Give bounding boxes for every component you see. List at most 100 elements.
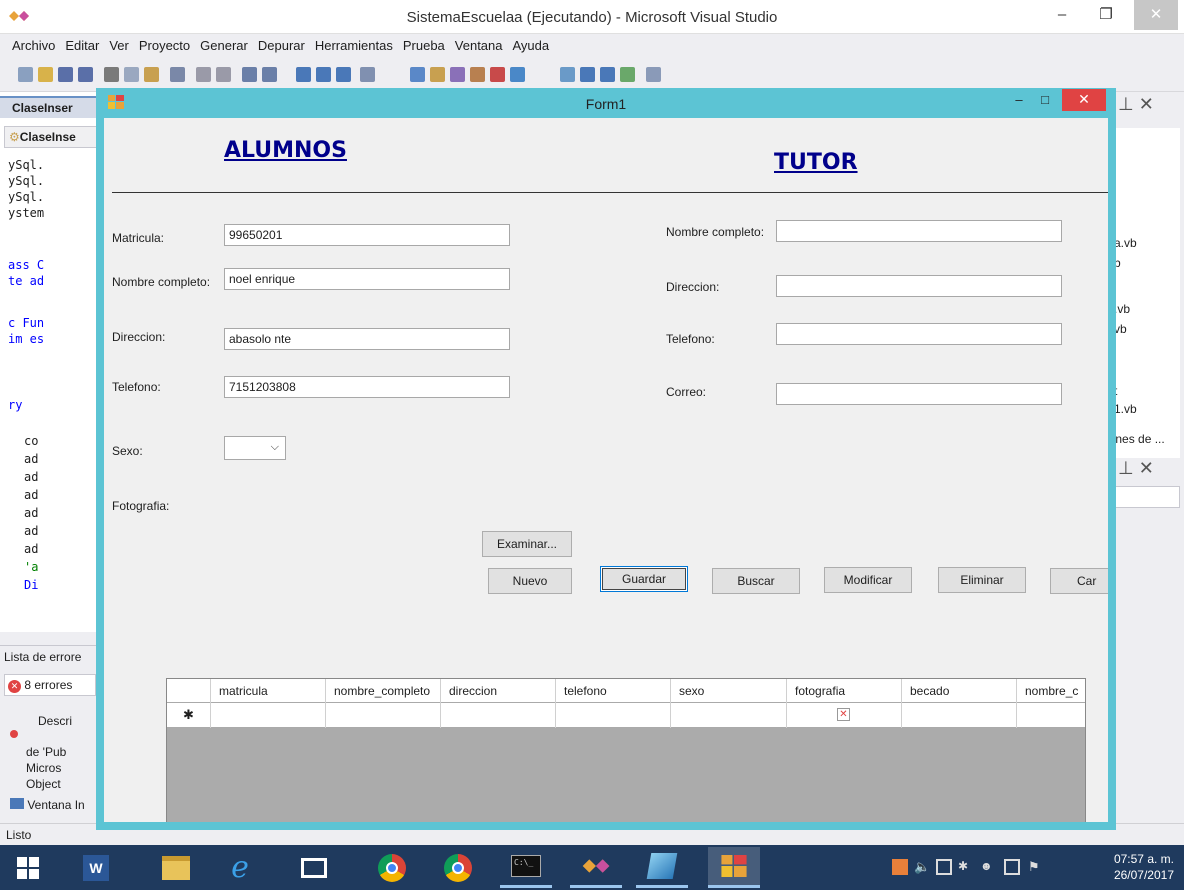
error-count-filter[interactable]: ✕ 8 errores (4, 674, 96, 696)
comment-icon[interactable] (196, 67, 211, 82)
object-browser-icon[interactable] (450, 67, 465, 82)
grid-cell[interactable] (671, 703, 787, 728)
menu-prueba[interactable]: Prueba (398, 34, 450, 58)
layout-icon[interactable] (580, 67, 595, 82)
taskbar-mail[interactable] (288, 847, 340, 888)
alumno-direccion-input[interactable]: abasolo nte (224, 328, 510, 350)
menu-ver[interactable]: Ver (104, 34, 134, 58)
eliminar-button[interactable]: Eliminar (938, 567, 1026, 593)
tray-app-icon[interactable] (892, 859, 908, 875)
editor-class-selector[interactable]: ⚙ClaseInse (4, 126, 100, 148)
taskbar-chrome-2[interactable] (432, 847, 484, 888)
flag-icon[interactable]: ⚑ (1028, 859, 1044, 875)
grid-cell[interactable] (556, 703, 671, 728)
grid-column-telefono[interactable]: telefono (556, 679, 671, 703)
modificar-button[interactable]: Modificar (824, 567, 912, 593)
menu-herramientas[interactable]: Herramientas (310, 34, 398, 58)
nuevo-button[interactable]: Nuevo (488, 568, 572, 594)
menu-proyecto[interactable]: Proyecto (134, 34, 195, 58)
menu-ventana[interactable]: Ventana (450, 34, 508, 58)
grid-cell[interactable] (1017, 703, 1085, 728)
find-icon[interactable] (170, 67, 185, 82)
taskbar-internet-explorer[interactable]: e (214, 847, 266, 888)
menu-editar[interactable]: Editar (60, 34, 104, 58)
menu-generar[interactable]: Generar (195, 34, 253, 58)
grid-image-cell[interactable]: ✕ (787, 703, 902, 728)
form-minimize-button[interactable]: – (1006, 90, 1032, 110)
grid-cell[interactable] (326, 703, 441, 728)
matricula-input[interactable]: 99650201 (224, 224, 510, 246)
tutor-direccion-input[interactable] (776, 275, 1062, 297)
grid-column-matricula[interactable]: matricula (211, 679, 326, 703)
grid-column-fotografia[interactable]: fotografia (787, 679, 902, 703)
cancelar-button[interactable]: Car (1050, 568, 1108, 594)
wifi-icon[interactable]: ✱ (958, 859, 974, 875)
redo-icon[interactable] (262, 67, 277, 82)
tools-icon[interactable] (646, 67, 661, 82)
extension-icon[interactable] (620, 67, 635, 82)
taskbar-word[interactable]: W (70, 847, 122, 888)
open-folder-icon[interactable] (38, 67, 53, 82)
output-icon[interactable] (510, 67, 525, 82)
undo-icon[interactable] (242, 67, 257, 82)
grid-column-nombre-completo[interactable]: nombre_completo (326, 679, 441, 703)
vs-minimize-button[interactable]: – (1040, 0, 1084, 30)
editor-document-tab[interactable]: ClaseInser (0, 96, 100, 118)
examinar-button[interactable]: Examinar... (482, 531, 572, 557)
uncomment-icon[interactable] (216, 67, 231, 82)
volume-icon[interactable]: 🔈 (914, 859, 930, 875)
solution-explorer-icon[interactable] (410, 67, 425, 82)
step-icon[interactable] (360, 67, 375, 82)
window-icon[interactable] (560, 67, 575, 82)
code-editor[interactable] (0, 92, 100, 632)
form-maximize-button[interactable]: □ (1032, 90, 1058, 110)
grid-column-nombre-c[interactable]: nombre_c (1017, 679, 1085, 703)
taskbar-app-blue[interactable] (636, 847, 688, 888)
vs-close-button[interactable]: ✕ (1134, 0, 1178, 30)
alumno-telefono-input[interactable]: 7151203808 (224, 376, 510, 398)
toolbox-icon[interactable] (470, 67, 485, 82)
grid-new-row[interactable]: ✱ ✕ (167, 703, 1085, 728)
sexo-combobox[interactable]: ⌵ (224, 436, 286, 460)
buscar-button[interactable]: Buscar (712, 568, 800, 594)
save-icon[interactable] (58, 67, 73, 82)
paste-icon[interactable] (144, 67, 159, 82)
network-icon[interactable] (936, 859, 952, 875)
grid-cell[interactable] (441, 703, 556, 728)
alumno-nombre-input[interactable]: noel enrique (224, 268, 510, 290)
solution-item[interactable]: 1.vb (1114, 402, 1137, 416)
menu-ayuda[interactable]: Ayuda (508, 34, 555, 58)
copy-icon[interactable] (124, 67, 139, 82)
layout2-icon[interactable] (600, 67, 615, 82)
taskbar-command-prompt[interactable]: C:\_ (500, 847, 552, 888)
grid-column-becado[interactable]: becado (902, 679, 1017, 703)
grid-column-direccion[interactable]: direccion (441, 679, 556, 703)
taskbar-chrome[interactable] (366, 847, 418, 888)
stop-icon[interactable] (336, 67, 351, 82)
guardar-button[interactable]: Guardar (600, 566, 688, 592)
menu-depurar[interactable]: Depurar (253, 34, 310, 58)
grid-column-sexo[interactable]: sexo (671, 679, 787, 703)
error-list-icon[interactable] (490, 67, 505, 82)
correo-input[interactable] (776, 383, 1062, 405)
people-icon[interactable]: ☻ (980, 859, 996, 875)
start-button[interactable] (2, 847, 54, 888)
form-close-button[interactable]: ✕ (1062, 89, 1106, 111)
taskbar-visual-studio[interactable] (570, 847, 622, 888)
alumnos-data-grid[interactable]: matricula nombre_completo direccion tele… (166, 678, 1086, 822)
pause-icon[interactable] (316, 67, 331, 82)
error-text[interactable]: de 'Pub Micros Object (26, 744, 66, 792)
cut-icon[interactable] (104, 67, 119, 82)
immediate-window-tab[interactable]: Ventana In (10, 798, 85, 812)
grid-cell[interactable] (902, 703, 1017, 728)
properties-icon[interactable] (430, 67, 445, 82)
taskbar-form1[interactable] (708, 847, 760, 888)
solution-item[interactable]: .vb (1114, 302, 1130, 316)
new-project-icon[interactable] (18, 67, 33, 82)
vs-maximize-button[interactable]: ❐ (1084, 0, 1128, 30)
grid-cell[interactable] (211, 703, 326, 728)
menu-archivo[interactable]: Archivo (0, 34, 60, 58)
solution-item[interactable]: a.vb (1114, 236, 1137, 250)
tutor-nombre-input[interactable] (776, 220, 1062, 242)
system-clock[interactable]: 07:57 a. m. 26/07/2017 (1114, 851, 1174, 883)
